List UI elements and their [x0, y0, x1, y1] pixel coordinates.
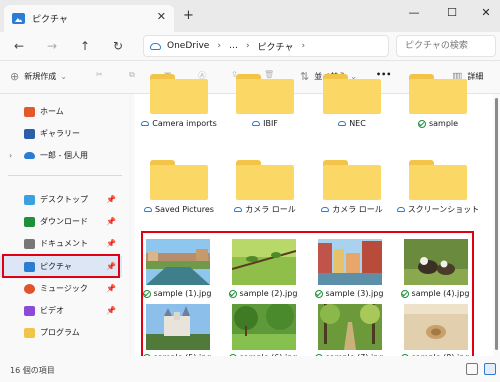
pin-icon[interactable]: 📌 [106, 306, 116, 315]
cloud-status-icon [338, 121, 347, 126]
refresh-icon[interactable]: ↻ [109, 37, 127, 55]
sidebar-item-onedrive[interactable]: › 一郎 - 個人用 [0, 145, 122, 166]
onedrive-cloud-icon [150, 42, 161, 50]
copy-icon[interactable]: ⧉ [129, 70, 135, 80]
cut-icon[interactable]: ✂ [96, 70, 103, 79]
navigation-bar: ← → ↑ ↻ OneDrive › … › ピクチャ › ピクチャの検索 [0, 32, 500, 60]
breadcrumb-chevron-icon: › [245, 41, 250, 51]
folder-icon [236, 165, 294, 200]
desktop-icon [24, 194, 35, 205]
onedrive-cloud-icon [24, 152, 35, 159]
close-window-button[interactable]: ✕ [474, 3, 498, 23]
tab-pictures[interactable]: ピクチャ ✕ [4, 5, 174, 32]
pin-icon[interactable]: 📌 [106, 195, 116, 204]
sidebar-item-videos[interactable]: ビデオ 📌 [0, 300, 122, 321]
more-options-button[interactable]: ••• [376, 70, 391, 79]
cloud-status-icon [252, 121, 261, 126]
search-input[interactable]: ピクチャの検索 [396, 35, 496, 57]
tab-label: ピクチャ [32, 15, 68, 25]
folder-icon [236, 79, 294, 114]
sidebar-item-programs[interactable]: プログラム [0, 322, 122, 343]
sidebar-item-home[interactable]: ホーム [0, 101, 122, 122]
folder-label: IBIF [263, 119, 278, 128]
folder-label: Camera imports [152, 119, 217, 128]
sidebar-divider [8, 175, 122, 176]
breadcrumb-onedrive[interactable]: OneDrive [167, 41, 209, 51]
folder-label: スクリーンショット [407, 205, 480, 214]
cloud-status-icon [396, 207, 405, 212]
folder-icon [323, 165, 381, 200]
cloud-status-icon [321, 207, 330, 212]
breadcrumb-expand-icon[interactable]: › [301, 41, 305, 51]
folder-label: カメラ ロール [245, 205, 296, 214]
up-arrow-icon[interactable]: ↑ [76, 37, 94, 55]
maximize-button[interactable]: ☐ [440, 3, 464, 23]
gallery-icon [24, 128, 35, 139]
folder-label: Saved Pictures [155, 205, 214, 214]
folder-icon [409, 79, 467, 114]
cloud-status-icon [144, 207, 153, 212]
breadcrumb-pictures[interactable]: ピクチャ [258, 40, 294, 53]
video-icon [24, 305, 35, 316]
sort-icon: ⇅ [300, 70, 310, 83]
details-view-icon[interactable] [466, 363, 478, 375]
cloud-status-icon [234, 207, 243, 212]
sidebar-item-gallery[interactable]: ギャラリー [0, 123, 122, 144]
folder-icon [409, 165, 467, 200]
selection-highlight-frame [2, 254, 120, 278]
document-icon [24, 238, 35, 249]
chevron-right-icon[interactable]: › [9, 151, 12, 160]
folder-label: sample [428, 119, 459, 128]
sidebar-item-documents[interactable]: ドキュメント 📌 [0, 233, 122, 254]
sidebar-item-music[interactable]: ミュージック 📌 [0, 278, 122, 299]
cloud-status-icon [141, 121, 150, 126]
navigation-pane: ホーム ギャラリー › 一郎 - 個人用 デスクトップ 📌 ダウンロード 📌 ド… [0, 94, 130, 356]
folder-label: カメラ ロール [332, 205, 383, 214]
delete-icon[interactable]: 🗑 [264, 70, 274, 79]
pin-icon[interactable]: 📌 [106, 217, 116, 226]
scrollbar-thumb[interactable] [495, 98, 498, 350]
item-count: 16 個の項目 [10, 366, 55, 375]
status-bar: 16 個の項目 [0, 356, 500, 382]
sidebar-item-desktop[interactable]: デスクトップ 📌 [0, 189, 122, 210]
forward-arrow-icon[interactable]: → [43, 37, 61, 55]
pictures-icon [12, 13, 25, 24]
home-icon [24, 106, 35, 117]
pin-icon[interactable]: 📌 [106, 239, 116, 248]
folder-icon [323, 79, 381, 114]
minimize-button[interactable]: — [402, 3, 426, 23]
download-icon [24, 216, 35, 227]
folder-label: NEC [349, 119, 366, 128]
folder-icon [24, 327, 35, 338]
back-arrow-icon[interactable]: ← [10, 37, 28, 55]
new-button[interactable]: ⊕ 新規作成 ⌄ [10, 70, 67, 83]
folder-icon [150, 79, 208, 114]
vertical-scrollbar[interactable] [493, 94, 500, 356]
sidebar-item-downloads[interactable]: ダウンロード 📌 [0, 211, 122, 232]
folder-icon [150, 165, 208, 200]
breadcrumb-ellipsis[interactable]: … [229, 41, 238, 51]
close-tab-icon[interactable]: ✕ [157, 10, 166, 23]
plus-icon: ⊕ [10, 70, 20, 83]
chevron-down-icon: ⌄ [60, 72, 67, 81]
photos-highlight-frame [141, 231, 474, 369]
thumbnail-view-icon[interactable] [484, 363, 496, 375]
music-icon [24, 283, 35, 294]
new-tab-button[interactable]: + [183, 8, 194, 23]
address-bar[interactable]: OneDrive › … › ピクチャ › [143, 35, 389, 57]
check-status-icon [417, 119, 426, 128]
breadcrumb-chevron-icon: › [217, 41, 221, 51]
title-bar: ピクチャ ✕ + — ☐ ✕ [0, 0, 500, 32]
pin-icon[interactable]: 📌 [106, 284, 116, 293]
